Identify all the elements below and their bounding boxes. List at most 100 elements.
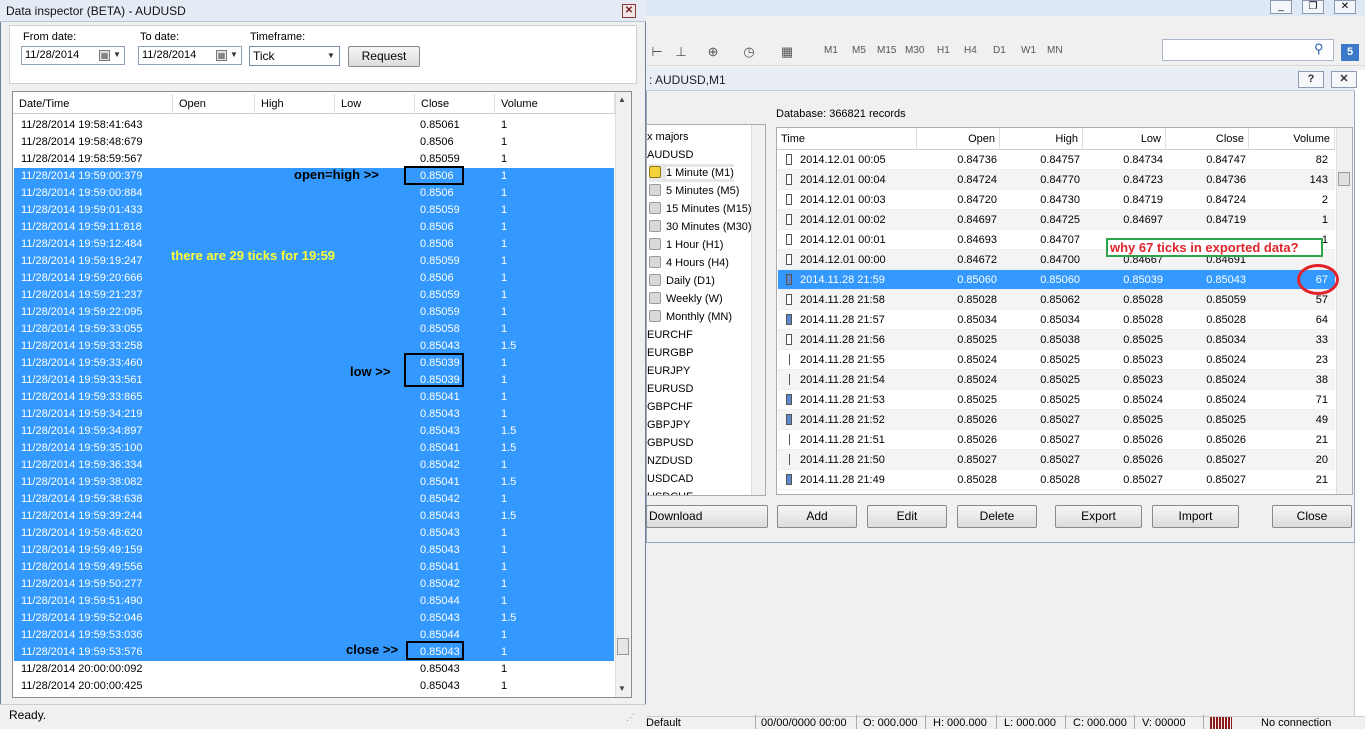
table-row[interactable]: 2014.12.01 00:03 0.84720 0.84730 0.84719 0.8…: [778, 190, 1335, 210]
calendar-icon[interactable]: ▦: [216, 50, 227, 61]
scroll-chart-icon[interactable]: ⊢: [648, 44, 666, 60]
indicators-icon[interactable]: ⊕: [704, 44, 722, 60]
tree-item[interactable]: EURGBP: [647, 344, 693, 362]
table-row[interactable]: 11/28/2014 19:59:34:897 0.85043 1.5: [14, 423, 614, 440]
col-time[interactable]: Time: [777, 128, 917, 150]
tree-item[interactable]: Daily (D1): [649, 272, 715, 290]
resize-grip-icon[interactable]: ⋰: [626, 712, 636, 722]
table-row[interactable]: 11/28/2014 19:59:33:561 0.85039 1: [14, 372, 614, 389]
table-row[interactable]: 11/28/2014 19:59:50:277 0.85042 1: [14, 576, 614, 593]
help-button[interactable]: ?: [1298, 71, 1324, 88]
chevron-down-icon[interactable]: ▼: [113, 50, 121, 59]
timeframe-h4[interactable]: H4: [964, 45, 977, 56]
table-row[interactable]: 11/28/2014 19:59:53:036 0.85044 1: [14, 627, 614, 644]
col-datetime[interactable]: Date/Time: [13, 94, 173, 114]
timeframe-m30[interactable]: M30: [905, 45, 924, 56]
tree-item[interactable]: USDCHF: [647, 488, 693, 495]
table-row[interactable]: 11/28/2014 19:59:38:082 0.85041 1.5: [14, 474, 614, 491]
col-close[interactable]: Close: [415, 94, 495, 114]
tree-item[interactable]: 4 Hours (H4): [649, 254, 729, 272]
col-volume[interactable]: Volume: [1249, 128, 1335, 150]
col-open[interactable]: Open: [173, 94, 255, 114]
tree-scrollbar[interactable]: [751, 125, 765, 495]
table-row[interactable]: 11/28/2014 19:59:01:433 0.85059 1: [14, 202, 614, 219]
table-row[interactable]: 11/28/2014 19:59:34:219 0.85043 1: [14, 406, 614, 423]
table-row[interactable]: 11/28/2014 20:00:00:092 0.85043 1: [14, 661, 614, 678]
tree-item[interactable]: EURCHF: [647, 326, 693, 344]
table-row[interactable]: 11/28/2014 19:59:35:100 0.85041 1.5: [14, 440, 614, 457]
search-input[interactable]: [1162, 39, 1334, 61]
table-row[interactable]: 11/28/2014 19:59:38:638 0.85042 1: [14, 491, 614, 508]
table-row[interactable]: 2014.11.28 21:58 0.85028 0.85062 0.85028 0.8…: [778, 290, 1335, 310]
table-row[interactable]: 2014.12.01 00:05 0.84736 0.84757 0.84734 0.8…: [778, 150, 1335, 170]
add-button[interactable]: Add: [777, 505, 857, 528]
table-row[interactable]: 11/28/2014 19:59:33:460 0.85039 1: [14, 355, 614, 372]
tree-item[interactable]: 15 Minutes (M15): [649, 200, 752, 218]
timeframe-d1[interactable]: D1: [993, 45, 1006, 56]
col-volume[interactable]: Volume: [495, 94, 615, 114]
table-row[interactable]: 11/28/2014 19:59:20:666 0.8506 1: [14, 270, 614, 287]
table-row[interactable]: 11/28/2014 19:59:21:237 0.85059 1: [14, 287, 614, 304]
table-row[interactable]: 11/28/2014 19:59:52:046 0.85043 1.5: [14, 610, 614, 627]
import-button[interactable]: Import: [1152, 505, 1239, 528]
tree-item[interactable]: Monthly (MN): [649, 308, 732, 326]
table-row[interactable]: 2014.11.28 21:55 0.85024 0.85025 0.85023 0.8…: [778, 350, 1335, 370]
table-row[interactable]: 2014.11.28 21:52 0.85026 0.85027 0.85025 0.8…: [778, 410, 1335, 430]
table-row[interactable]: 11/28/2014 19:59:53:576 0.85043 1: [14, 644, 614, 661]
timeframe-m15[interactable]: M15: [877, 45, 896, 56]
table-row[interactable]: 11/28/2014 19:59:33:055 0.85058 1: [14, 321, 614, 338]
edit-button[interactable]: Edit: [867, 505, 947, 528]
col-low[interactable]: Low: [335, 94, 415, 114]
table-row[interactable]: 11/28/2014 19:59:49:556 0.85041 1: [14, 559, 614, 576]
table-row[interactable]: 2014.11.28 21:50 0.85027 0.85027 0.85026 0.8…: [778, 450, 1335, 470]
close-button[interactable]: Close: [1272, 505, 1352, 528]
export-button[interactable]: Export: [1055, 505, 1142, 528]
tree-item[interactable]: NZDUSD: [647, 452, 693, 470]
tree-item[interactable]: GBPJPY: [647, 416, 690, 434]
timeframe-h1[interactable]: H1: [937, 45, 950, 56]
table-row[interactable]: 2014.11.28 21:54 0.85024 0.85025 0.85023 0.8…: [778, 370, 1335, 390]
timeframe-w1[interactable]: W1: [1021, 45, 1036, 56]
table-row[interactable]: 11/28/2014 19:59:51:490 0.85044 1: [14, 593, 614, 610]
bars-scroll-thumb[interactable]: [1338, 172, 1350, 186]
restore-button[interactable]: ❐: [1302, 0, 1324, 14]
calendar-icon[interactable]: ▦: [99, 50, 110, 61]
chevron-down-icon[interactable]: ▼: [230, 50, 238, 59]
chevron-down-icon[interactable]: ▼: [327, 51, 335, 60]
table-row[interactable]: 11/28/2014 19:59:33:258 0.85043 1.5: [14, 338, 614, 355]
table-row[interactable]: 11/28/2014 19:58:48:679 0.8506 1: [14, 134, 614, 151]
table-row[interactable]: 11/28/2014 20:00:00:425 0.85043 1: [14, 678, 614, 695]
timeframe-m5[interactable]: M5: [852, 45, 866, 56]
tree-item[interactable]: USDCAD: [647, 470, 693, 488]
table-row[interactable]: 2014.11.28 21:59 0.85060 0.85060 0.85039 0.8…: [778, 270, 1335, 290]
scroll-up-icon[interactable]: ▲: [618, 95, 626, 104]
tree-item[interactable]: EURUSD: [647, 380, 693, 398]
tree-item[interactable]: Weekly (W): [649, 290, 723, 308]
periods-icon[interactable]: ◷: [740, 44, 758, 60]
search-icon[interactable]: ⚲: [1314, 41, 1330, 57]
inspector-close-button[interactable]: ✕: [622, 4, 636, 18]
table-row[interactable]: 11/28/2014 19:59:00:884 0.8506 1: [14, 185, 614, 202]
table-row[interactable]: 11/28/2014 19:59:49:159 0.85043 1: [14, 542, 614, 559]
chart-shift-icon[interactable]: ⊥: [672, 44, 690, 60]
table-row[interactable]: 11/28/2014 19:59:39:244 0.85043 1.5: [14, 508, 614, 525]
tree-item[interactable]: x majors: [647, 128, 689, 146]
table-row[interactable]: 2014.12.01 00:04 0.84724 0.84770 0.84723 0.8…: [778, 170, 1335, 190]
table-row[interactable]: 11/28/2014 19:59:33:865 0.85041 1: [14, 389, 614, 406]
table-row[interactable]: 11/28/2014 19:59:11:818 0.8506 1: [14, 219, 614, 236]
request-button[interactable]: Request: [348, 46, 420, 67]
table-row[interactable]: 11/28/2014 19:58:59:567 0.85059 1: [14, 151, 614, 168]
minimize-button[interactable]: _: [1270, 0, 1292, 14]
table-row[interactable]: 11/28/2014 19:58:41:643 0.85061 1: [14, 117, 614, 134]
table-row[interactable]: 2014.11.28 21:49 0.85028 0.85028 0.85027 0.8…: [778, 470, 1335, 490]
table-row[interactable]: 2014.11.28 21:57 0.85034 0.85034 0.85028 0.8…: [778, 310, 1335, 330]
history-close-x-button[interactable]: ✕: [1331, 71, 1357, 88]
table-row[interactable]: 2014.11.28 21:53 0.85025 0.85025 0.85024 0.8…: [778, 390, 1335, 410]
table-row[interactable]: 11/28/2014 19:59:48:620 0.85043 1: [14, 525, 614, 542]
col-close[interactable]: Close: [1166, 128, 1249, 150]
tree-item[interactable]: GBPCHF: [647, 398, 693, 416]
tree-item[interactable]: 1 Minute (M1): [649, 164, 734, 182]
table-row[interactable]: 11/28/2014 19:59:22:095 0.85059 1: [14, 304, 614, 321]
col-high[interactable]: High: [1000, 128, 1083, 150]
scroll-down-icon[interactable]: ▼: [618, 684, 626, 693]
